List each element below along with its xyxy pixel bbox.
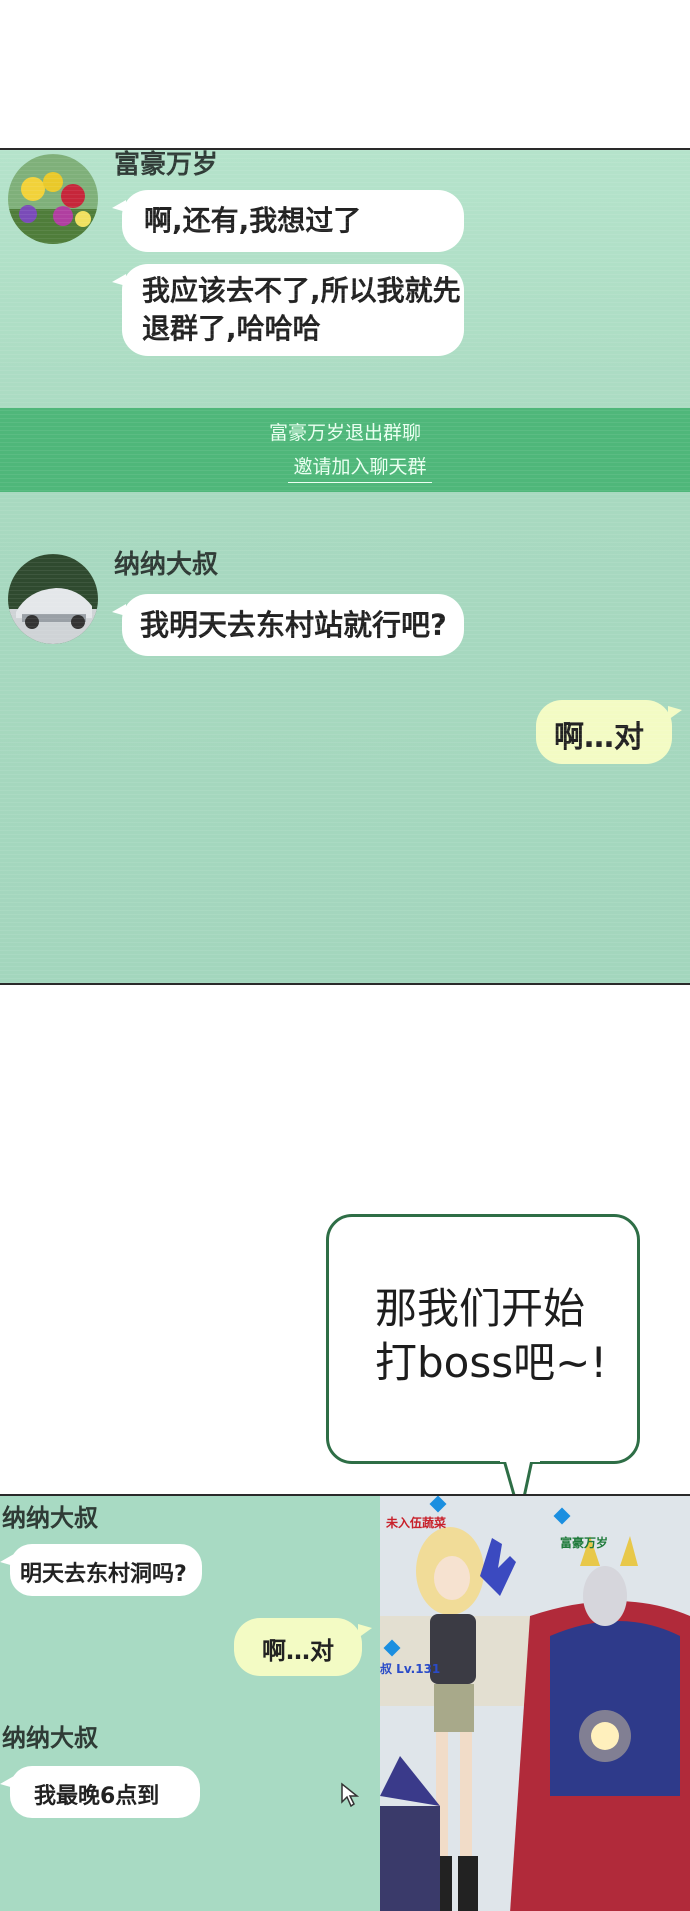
player-tag-right: 富豪万岁 <box>560 1536 609 1550</box>
invite-label: 邀请加入聊天群 <box>293 456 427 478</box>
message-text: 我明天去东村站就行吧? <box>140 608 447 642</box>
my-message-bubble: 啊…对 <box>536 700 682 764</box>
leave-notice: 富豪万岁退出群聊 <box>268 422 421 444</box>
message-text: 啊…对 <box>262 1637 334 1665</box>
chat-panel-top: 富豪万岁 啊,还有,我想过了 我应该去不了,所以我就先 退群了,哈哈哈 富豪万岁… <box>0 148 690 985</box>
message-bubble: 啊,还有,我想过了 <box>112 190 464 252</box>
message-text: 我最晚6点到 <box>34 1784 160 1809</box>
sender-name: 纳纳大叔 <box>2 1504 98 1532</box>
game-scene: 未入伍蔬菜 富豪万岁 叔 Lv.131 <box>380 1496 690 1911</box>
sender-name: 纳纳大叔 <box>2 1724 98 1752</box>
message-text: 啊,还有,我想过了 <box>144 204 362 237</box>
message-bubble: 我最晚6点到 <box>0 1766 200 1818</box>
flower-avatar <box>8 154 98 244</box>
mouse-cursor-icon <box>341 1782 360 1808</box>
message-bubble: 明天去东村洞吗? <box>0 1544 202 1596</box>
sender-name: 富豪万岁 <box>114 150 219 180</box>
system-notice: 富豪万岁退出群聊 邀请加入聊天群 <box>0 408 690 492</box>
message-bubble: 我应该去不了,所以我就先 退群了,哈哈哈 <box>112 264 464 356</box>
game-characters-illustration <box>380 1496 690 1911</box>
player-tag-left: 未入伍蔬菜 <box>386 1516 447 1530</box>
invite-link[interactable]: 邀请加入聊天群 <box>288 452 432 483</box>
message-bubble: 我明天去东村站就行吧? <box>112 594 464 656</box>
speech-line: 那我们开始 <box>375 1284 586 1333</box>
message-text: 退群了,哈哈哈 <box>142 312 321 345</box>
message-text: 我应该去不了,所以我就先 <box>142 274 461 307</box>
bottom-panel: 纳纳大叔 明天去东村洞吗? 啊…对 纳纳大叔 我最晚6点到 未入伍蔬菜 富豪万岁… <box>0 1494 690 1911</box>
car-avatar <box>8 554 98 644</box>
speech-line: 打boss吧~! <box>375 1338 608 1387</box>
sender-name: 纳纳大叔 <box>114 550 219 580</box>
player-level: 叔 Lv.131 <box>380 1662 441 1676</box>
message-text: 明天去东村洞吗? <box>20 1562 187 1587</box>
my-message-bubble: 啊…对 <box>234 1618 372 1676</box>
chat-panel-bottom: 纳纳大叔 明天去东村洞吗? 啊…对 纳纳大叔 我最晚6点到 <box>0 1496 380 1911</box>
message-text: 啊…对 <box>554 720 644 755</box>
speech-text: 那我们开始 打boss吧~! <box>375 1282 607 1390</box>
